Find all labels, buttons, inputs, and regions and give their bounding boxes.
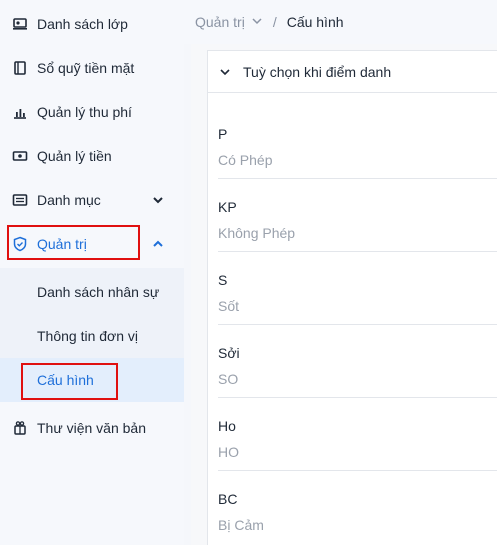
option-row[interactable]: BC Bị Cảm <box>218 471 497 544</box>
sidebar-item-admin[interactable]: Quản trị <box>0 222 184 266</box>
submenu-item-label: Cấu hình <box>37 372 94 388</box>
breadcrumb: Quản trị / Cấu hình <box>195 14 344 30</box>
sidebar-item-label: Thư viện văn bản <box>37 420 146 436</box>
sidebar: Danh sách lớp Sổ quỹ tiền mặt Quản lý th… <box>0 0 184 545</box>
chevron-down-icon[interactable] <box>150 192 166 208</box>
option-name: Có Phép <box>218 152 273 168</box>
option-name: Không Phép <box>218 225 296 241</box>
sidebar-item-label: Sổ quỹ tiền mặt <box>37 60 135 76</box>
catalog-icon <box>12 192 28 208</box>
sidebar-item-label: Quản trị <box>37 236 87 252</box>
breadcrumb-parent[interactable]: Quản trị <box>195 14 245 30</box>
sidebar-item-fees[interactable]: Quản lý thu phí <box>0 90 184 134</box>
option-code: S <box>218 272 228 288</box>
option-name: SO <box>218 371 239 387</box>
chevron-down-icon[interactable] <box>251 14 263 30</box>
sidebar-item-library[interactable]: Thư viện văn bản <box>0 406 184 450</box>
sidebar-item-label: Danh sách lớp <box>37 16 128 32</box>
option-name: Bị Cảm <box>218 517 264 533</box>
sidebar-item-label: Quản lý tiền <box>37 148 112 164</box>
sidebar-item-label: Quản lý thu phí <box>37 104 132 120</box>
option-code: BC <box>218 491 238 507</box>
option-code: P <box>218 126 228 142</box>
breadcrumb-separator: / <box>272 14 277 30</box>
sidebar-item-money[interactable]: Quản lý tiền <box>0 134 184 178</box>
chevron-up-icon[interactable] <box>150 236 166 252</box>
submenu-item-unit-info[interactable]: Thông tin đơn vị <box>0 314 184 358</box>
class-list-icon <box>12 16 28 32</box>
option-name: Sốt <box>218 298 240 314</box>
submenu-item-label: Thông tin đơn vị <box>37 328 139 344</box>
admin-submenu: Danh sách nhân sự Thông tin đơn vị Cấu h… <box>0 268 184 402</box>
breadcrumb-current: Cấu hình <box>286 14 344 30</box>
panel-header[interactable]: Tuỳ chọn khi điểm danh <box>208 51 497 93</box>
shield-icon <box>12 236 28 252</box>
panel-title: Tuỳ chọn khi điểm danh <box>243 63 392 80</box>
option-code: Ho <box>218 418 236 434</box>
sidebar-item-label: Danh mục <box>37 192 101 208</box>
option-row[interactable]: S Sốt <box>218 252 497 325</box>
fee-chart-icon <box>12 104 28 120</box>
attendance-options-panel: Tuỳ chọn khi điểm danh P Có Phép KP Khôn… <box>207 50 497 545</box>
option-code: Sởi <box>218 345 240 361</box>
sidebar-item-class-list[interactable]: Danh sách lớp <box>0 2 184 46</box>
option-row[interactable]: P Có Phép <box>218 106 497 179</box>
option-row[interactable]: Ho HO <box>218 398 497 471</box>
chevron-down-icon[interactable] <box>218 65 232 79</box>
option-row[interactable]: Sởi SO <box>218 325 497 398</box>
sidebar-item-cash-book[interactable]: Sổ quỹ tiền mặt <box>0 46 184 90</box>
option-code: KP <box>218 199 237 215</box>
library-icon <box>12 420 28 436</box>
option-name: HO <box>218 444 239 460</box>
money-icon <box>12 148 28 164</box>
submenu-item-config[interactable]: Cấu hình <box>0 358 184 402</box>
submenu-item-label: Danh sách nhân sự <box>37 284 160 300</box>
option-row[interactable]: KP Không Phép <box>218 179 497 252</box>
submenu-item-staff-list[interactable]: Danh sách nhân sự <box>0 270 184 314</box>
cash-book-icon <box>12 60 28 76</box>
sidebar-item-catalog[interactable]: Danh mục <box>0 178 184 222</box>
